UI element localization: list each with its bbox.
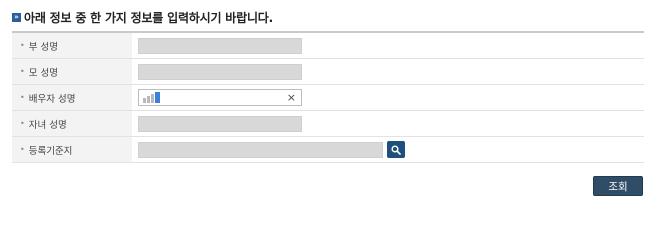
bullet-icon: • xyxy=(20,93,25,102)
spouse-name-label: 배우자 성명 xyxy=(28,93,76,105)
field-label: • 배우자 성명 xyxy=(12,85,132,110)
field-label: • 부 성명 xyxy=(12,33,132,58)
father-name-input[interactable] xyxy=(138,37,302,54)
ime-composition-indicator xyxy=(143,92,160,103)
child-name-label: 자녀 성명 xyxy=(28,119,67,131)
lookup-form: • 부 성명 • 모 성명 • 배우자 성명 × • 자녀 성명 • 등록기준지 xyxy=(12,31,644,163)
bullet-icon: • xyxy=(20,145,25,154)
bullet-icon: • xyxy=(20,119,25,128)
father-name-label: 부 성명 xyxy=(28,41,58,53)
form-row-registration-base: • 등록기준지 xyxy=(12,137,644,163)
form-row-child-name: • 자녀 성명 xyxy=(12,111,644,137)
field-label: • 자녀 성명 xyxy=(12,111,132,136)
mother-name-input[interactable] xyxy=(138,63,302,80)
bullet-icon: • xyxy=(20,41,25,50)
submit-button[interactable]: 조회 xyxy=(593,176,643,196)
heading-marker-icon: » xyxy=(12,13,21,22)
registration-base-input[interactable] xyxy=(138,141,383,158)
close-icon[interactable]: × xyxy=(287,91,296,104)
field-label: • 등록기준지 xyxy=(12,137,132,162)
page-title: 아래 정보 중 한 가지 정보를 입력하시기 바랍니다. xyxy=(24,11,274,25)
form-row-spouse-name: • 배우자 성명 × xyxy=(12,85,644,111)
form-row-father-name: • 부 성명 xyxy=(12,33,644,59)
search-icon xyxy=(391,144,401,155)
mother-name-label: 모 성명 xyxy=(28,67,58,79)
form-heading: » 아래 정보 중 한 가지 정보를 입력하시기 바랍니다. xyxy=(12,9,273,26)
spouse-name-input[interactable]: × xyxy=(138,89,302,106)
child-name-input[interactable] xyxy=(138,115,302,132)
bullet-icon: • xyxy=(20,67,25,76)
form-row-mother-name: • 모 성명 xyxy=(12,59,644,85)
address-search-button[interactable] xyxy=(387,141,405,158)
field-label: • 모 성명 xyxy=(12,59,132,84)
registration-base-label: 등록기준지 xyxy=(28,145,73,157)
